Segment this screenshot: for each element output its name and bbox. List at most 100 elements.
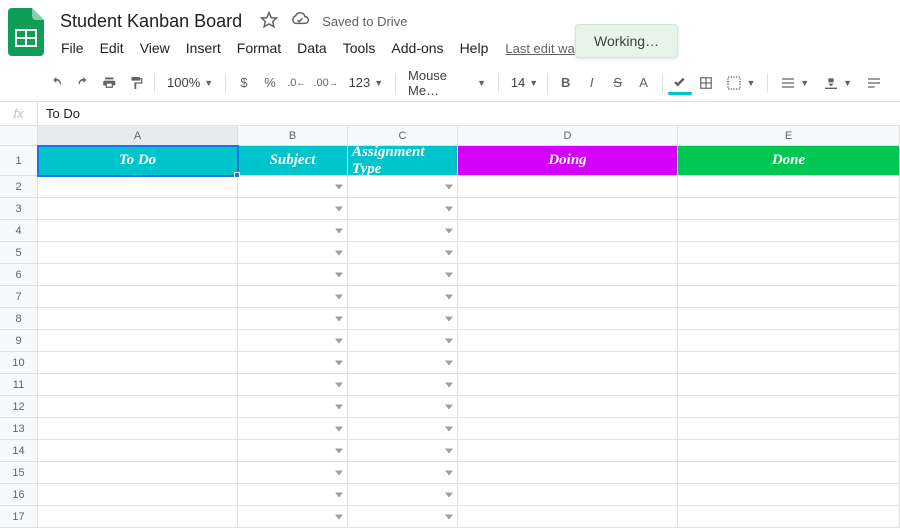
cell-C3[interactable]	[348, 198, 458, 220]
row-header-4[interactable]: 4	[0, 220, 38, 242]
cell-C7[interactable]	[348, 286, 458, 308]
col-header-c[interactable]: C	[348, 126, 458, 145]
cell-D14[interactable]	[458, 440, 678, 462]
cell-D4[interactable]	[458, 220, 678, 242]
dropdown-arrow-icon[interactable]	[335, 250, 343, 255]
cell-A11[interactable]	[38, 374, 238, 396]
cell-C13[interactable]	[348, 418, 458, 440]
font-dropdown[interactable]: Mouse Me…▼	[402, 64, 492, 102]
cell-E3[interactable]	[678, 198, 900, 220]
cell-E16[interactable]	[678, 484, 900, 506]
cell-B9[interactable]	[238, 330, 348, 352]
cell-C16[interactable]	[348, 484, 458, 506]
cell-D3[interactable]	[458, 198, 678, 220]
dropdown-arrow-icon[interactable]	[335, 206, 343, 211]
cell-E17[interactable]	[678, 506, 900, 528]
fill-color-button[interactable]	[668, 71, 692, 95]
increase-decimal-button[interactable]: .00→	[311, 71, 341, 95]
cell-E6[interactable]	[678, 264, 900, 286]
strikethrough-button[interactable]: S	[606, 71, 630, 95]
cell-E12[interactable]	[678, 396, 900, 418]
zoom-dropdown[interactable]: 100%▼	[161, 71, 219, 94]
menu-addons[interactable]: Add-ons	[384, 36, 450, 60]
row-header-7[interactable]: 7	[0, 286, 38, 308]
row-header-15[interactable]: 15	[0, 462, 38, 484]
cell-D9[interactable]	[458, 330, 678, 352]
cell-C6[interactable]	[348, 264, 458, 286]
cell-A2[interactable]	[38, 176, 238, 198]
font-size-dropdown[interactable]: 14▼	[505, 71, 541, 94]
row-header-8[interactable]: 8	[0, 308, 38, 330]
cell-D11[interactable]	[458, 374, 678, 396]
dropdown-arrow-icon[interactable]	[335, 184, 343, 189]
col-header-b[interactable]: B	[238, 126, 348, 145]
dropdown-arrow-icon[interactable]	[335, 448, 343, 453]
cell-D17[interactable]	[458, 506, 678, 528]
col-header-e[interactable]: E	[678, 126, 900, 145]
cell-E11[interactable]	[678, 374, 900, 396]
cell-C4[interactable]	[348, 220, 458, 242]
dropdown-arrow-icon[interactable]	[335, 492, 343, 497]
dropdown-arrow-icon[interactable]	[445, 184, 453, 189]
cell-B2[interactable]	[238, 176, 348, 198]
cell-D15[interactable]	[458, 462, 678, 484]
cell-C14[interactable]	[348, 440, 458, 462]
cell-D16[interactable]	[458, 484, 678, 506]
currency-button[interactable]: $	[232, 71, 256, 95]
dropdown-arrow-icon[interactable]	[445, 492, 453, 497]
cell-B12[interactable]	[238, 396, 348, 418]
more-formats-dropdown[interactable]: 123▼	[343, 71, 390, 94]
cell-A14[interactable]	[38, 440, 238, 462]
cell-E10[interactable]	[678, 352, 900, 374]
cell-B8[interactable]	[238, 308, 348, 330]
percent-button[interactable]: %	[258, 71, 282, 95]
menu-file[interactable]: File	[54, 36, 91, 60]
cell-E5[interactable]	[678, 242, 900, 264]
dropdown-arrow-icon[interactable]	[445, 426, 453, 431]
cell-B17[interactable]	[238, 506, 348, 528]
cell-D6[interactable]	[458, 264, 678, 286]
dropdown-arrow-icon[interactable]	[335, 404, 343, 409]
dropdown-arrow-icon[interactable]	[335, 316, 343, 321]
menu-edit[interactable]: Edit	[93, 36, 131, 60]
decrease-decimal-button[interactable]: .0←	[284, 71, 309, 95]
cell-E4[interactable]	[678, 220, 900, 242]
menu-tools[interactable]: Tools	[336, 36, 383, 60]
dropdown-arrow-icon[interactable]	[445, 448, 453, 453]
row-header-16[interactable]: 16	[0, 484, 38, 506]
cell-D12[interactable]	[458, 396, 678, 418]
col-header-d[interactable]: D	[458, 126, 678, 145]
cell-B16[interactable]	[238, 484, 348, 506]
dropdown-arrow-icon[interactable]	[445, 338, 453, 343]
cell-C10[interactable]	[348, 352, 458, 374]
cell-D2[interactable]	[458, 176, 678, 198]
text-wrap-dropdown[interactable]	[860, 71, 888, 95]
cell-D1[interactable]: Doing	[458, 146, 678, 176]
dropdown-arrow-icon[interactable]	[335, 228, 343, 233]
cell-A1[interactable]: To Do	[38, 146, 238, 176]
redo-icon[interactable]	[71, 71, 96, 95]
cell-B7[interactable]	[238, 286, 348, 308]
document-title[interactable]: Student Kanban Board	[54, 9, 248, 34]
cell-A8[interactable]	[38, 308, 238, 330]
cell-A5[interactable]	[38, 242, 238, 264]
cell-A10[interactable]	[38, 352, 238, 374]
dropdown-arrow-icon[interactable]	[335, 360, 343, 365]
borders-button[interactable]	[694, 71, 718, 95]
cloud-saved-icon[interactable]	[290, 10, 310, 33]
row-header-9[interactable]: 9	[0, 330, 38, 352]
cell-C9[interactable]	[348, 330, 458, 352]
row-header-3[interactable]: 3	[0, 198, 38, 220]
cell-A15[interactable]	[38, 462, 238, 484]
dropdown-arrow-icon[interactable]	[445, 316, 453, 321]
cell-A12[interactable]	[38, 396, 238, 418]
dropdown-arrow-icon[interactable]	[335, 382, 343, 387]
dropdown-arrow-icon[interactable]	[335, 294, 343, 299]
dropdown-arrow-icon[interactable]	[445, 294, 453, 299]
cell-B3[interactable]	[238, 198, 348, 220]
paint-format-icon[interactable]	[124, 71, 149, 95]
cell-E14[interactable]	[678, 440, 900, 462]
v-align-dropdown[interactable]: ▼	[817, 71, 858, 95]
h-align-dropdown[interactable]: ▼	[774, 71, 815, 95]
cell-B13[interactable]	[238, 418, 348, 440]
